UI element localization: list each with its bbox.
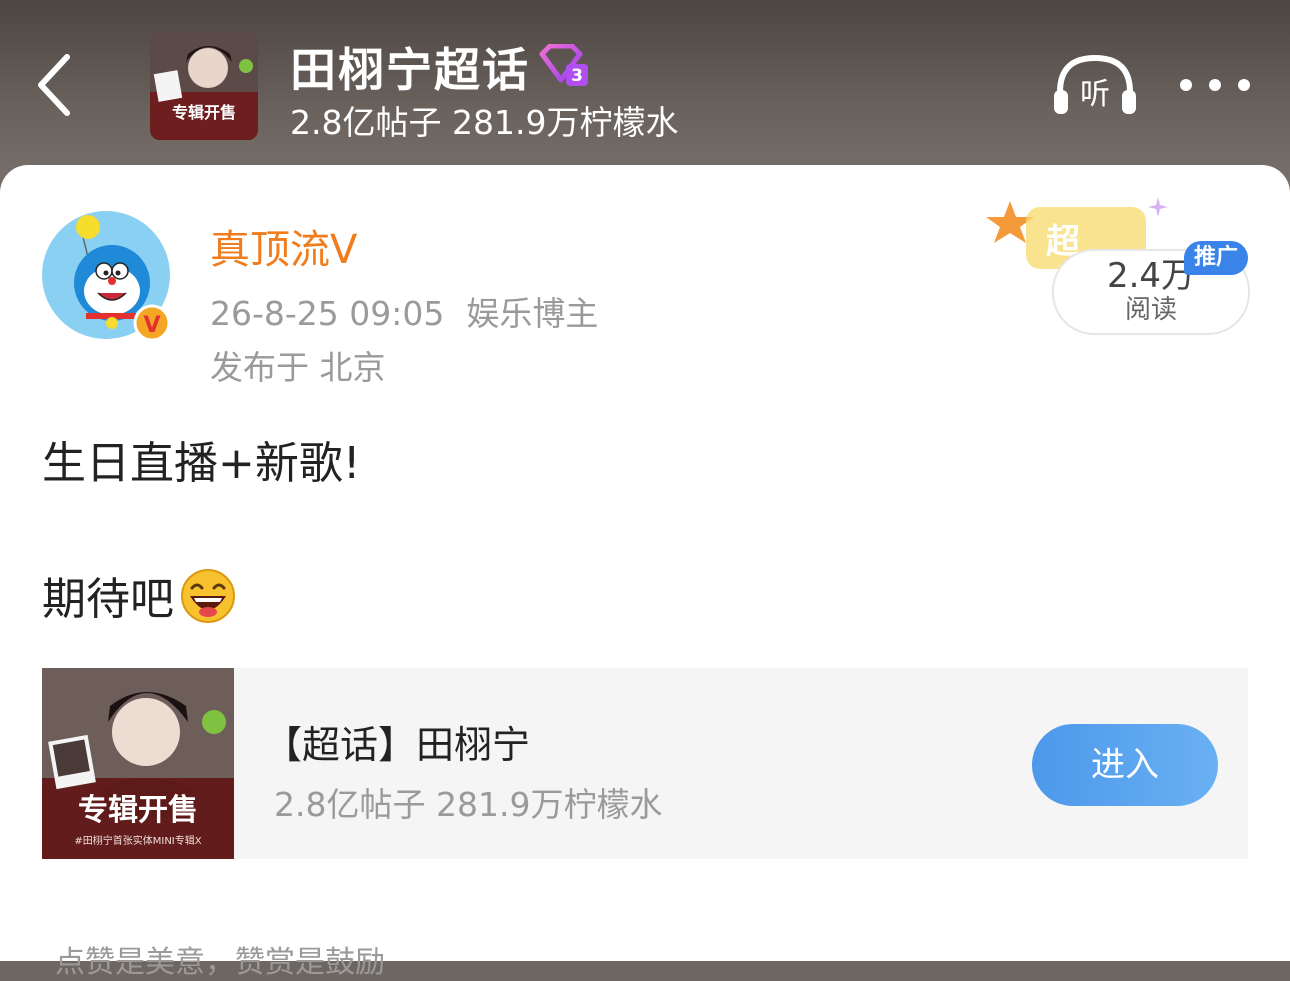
reward-hint: 点赞是美意，赞赏是鼓励 — [55, 945, 385, 980]
avatar[interactable]: V — [42, 211, 171, 342]
verified-badge: V — [143, 313, 160, 338]
post-content-line: 生日直播+新歌! — [42, 438, 361, 489]
more-icon — [1180, 79, 1192, 91]
post-content-text: 期待吧 — [42, 574, 174, 625]
author-tag: 娱乐博主 — [466, 294, 599, 333]
post-meta: 26-8-25 09:05 娱乐博主 — [210, 287, 598, 335]
super-topic-stats: 2.8亿帖子 281.9万柠檬水 — [274, 785, 663, 824]
post-timestamp: 26-8-25 09:05 — [210, 294, 445, 333]
super-topic-title: 【超话】田栩宁 — [264, 723, 531, 767]
more-options-button[interactable] — [1180, 70, 1250, 100]
more-icon-dot — [1238, 79, 1250, 91]
cover-subcaption: #田栩宁首张实体MINI专辑X — [74, 834, 201, 847]
super-topic-card[interactable]: 专辑开售 #田栩宁首张实体MINI专辑X 【超话】田栩宁 2.8亿帖子 281.… — [42, 668, 1248, 859]
read-count-badge: 超 2.4万 阅读 推广 — [980, 195, 1250, 335]
post-content-line: 期待吧 — [42, 563, 236, 627]
chevron-left-icon — [38, 54, 70, 116]
cover-caption: 专辑开售 — [172, 103, 236, 122]
laughing-face-emoji — [181, 569, 235, 623]
headphones-icon: 听 — [1054, 54, 1136, 114]
topic-cover-image[interactable]: 专辑开售 — [150, 32, 258, 140]
topic-title: 田栩宁超话 — [290, 43, 530, 97]
post-card: V 真顶流Ⅴ 26-8-25 09:05 娱乐博主 发布于 北京 超 2.4万 阅… — [0, 165, 1290, 980]
listen-button[interactable]: 听 — [1052, 52, 1138, 118]
more-icon-dot — [1209, 79, 1221, 91]
enter-button[interactable]: 进入 — [1032, 724, 1218, 806]
sparkle-icon — [1148, 197, 1168, 217]
post-location: 发布于 北京 — [210, 348, 386, 387]
author-name[interactable]: 真顶流Ⅴ — [210, 217, 357, 275]
read-label: 阅读 — [1124, 295, 1177, 325]
back-button[interactable] — [20, 40, 90, 130]
cover-caption: 专辑开售 — [78, 793, 198, 828]
promo-tag: 推广 — [1184, 241, 1248, 275]
super-topic-cover: 专辑开售 #田栩宁首张实体MINI专辑X — [42, 668, 234, 859]
topic-stats: 2.8亿帖子 281.9万柠檬水 — [290, 103, 679, 142]
listen-label: 听 — [1080, 77, 1110, 112]
level-number: 3 — [571, 66, 583, 86]
diamond-level-icon: 3 — [539, 44, 588, 86]
